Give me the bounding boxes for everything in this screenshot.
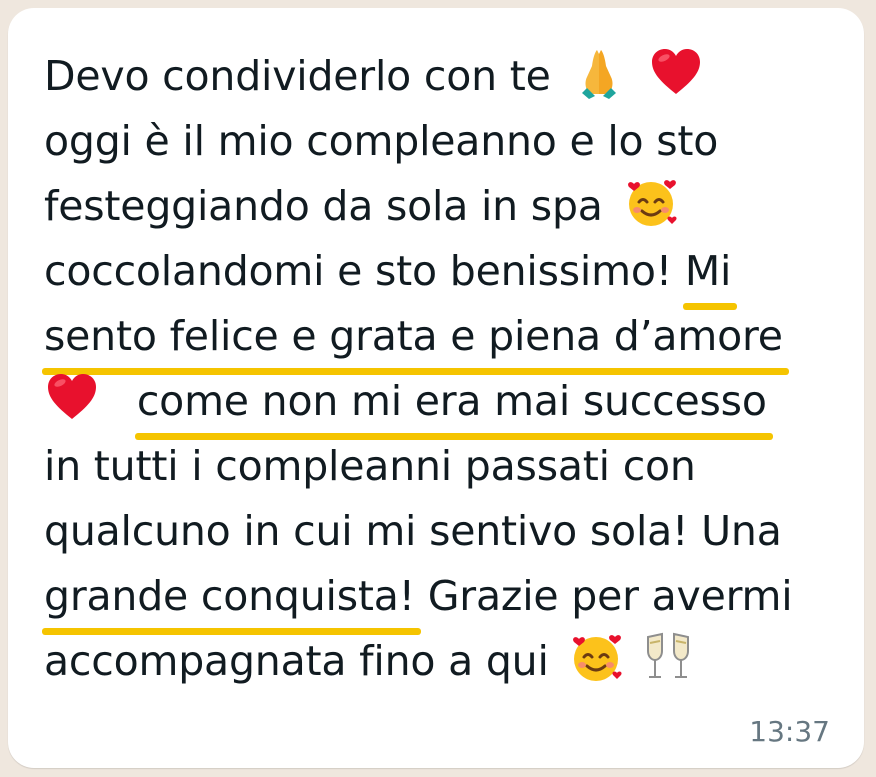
highlighted-text: Mi (682, 239, 738, 310)
message-bubble[interactable]: Devo condividerlo con te oggi è il mio c… (8, 8, 864, 768)
message-line: oggi è il mio compleanno e lo sto (44, 109, 844, 174)
message-line-text: accompagnata fino a qui (44, 637, 549, 685)
message-line-text: Devo condividerlo con te (44, 52, 551, 100)
smiling-face-with-hearts-icon (569, 629, 625, 685)
message-line: sento felice e grata e piena d’amore (42, 304, 844, 375)
message-timestamp: 13:37 (749, 715, 830, 748)
red-heart-icon (44, 369, 100, 425)
message-line-text: qualcuno in cui mi sentivo sola! Una (44, 507, 782, 555)
message-line: accompagnata fino a qui (44, 629, 844, 694)
message-line-text: coccolandomi e sto benissimo! (44, 247, 672, 295)
highlighted-text: come non mi era mai successo (134, 369, 773, 440)
highlighted-text: sento felice e grata e piena d’amore (42, 304, 789, 375)
message-line: come non mi era mai successo (44, 369, 844, 440)
message-line: coccolandomi e sto benissimo! Mi (44, 239, 844, 310)
message-line: Devo condividerlo con te (44, 44, 844, 109)
message-line: grande conquista! Grazie per avermi (42, 564, 844, 635)
message-line-text: festeggiando da sola in spa (44, 182, 603, 230)
message-line: in tutti i compleanni passati con (44, 434, 844, 499)
smiling-face-with-hearts-icon (624, 174, 680, 230)
red-heart-icon (648, 44, 704, 100)
folded-hands-icon (571, 44, 627, 100)
message-line: qualcuno in cui mi sentivo sola! Una (44, 499, 844, 564)
highlighted-text: grande conquista! (42, 564, 421, 635)
message-line-text: in tutti i compleanni passati con (44, 442, 696, 490)
message-line: festeggiando da sola in spa (44, 174, 844, 239)
message-line-text: Grazie per avermi (427, 572, 793, 620)
message-line-text: oggi è il mio compleanno e lo sto (44, 117, 719, 165)
message-text: Devo condividerlo con te oggi è il mio c… (42, 44, 844, 694)
clinking-glasses-icon (640, 629, 696, 685)
